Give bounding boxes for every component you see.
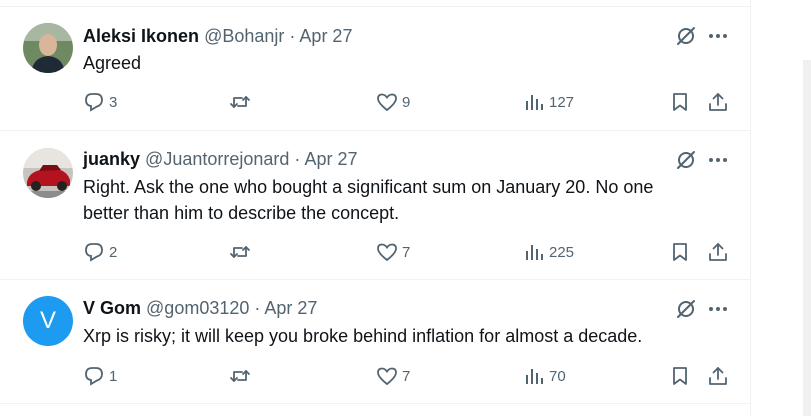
- avatar[interactable]: [23, 148, 73, 198]
- tweet-date[interactable]: Apr 27: [264, 298, 317, 318]
- bookmark-icon: [673, 243, 687, 261]
- author-name[interactable]: Aleksi Ikonen: [83, 26, 199, 46]
- reply-icon: [85, 367, 103, 386]
- more-options-icon[interactable]: [707, 149, 729, 171]
- like-count: 9: [402, 93, 411, 111]
- grok-icon[interactable]: [675, 25, 697, 47]
- tweet-header: juanky @Juantorrejonard · Apr 27: [83, 148, 357, 170]
- tweet[interactable]: Aleksi Ikonen @Bohanjr · Apr 27 Agreed 3…: [0, 7, 750, 131]
- views-button[interactable]: 225: [523, 241, 574, 263]
- reply-button[interactable]: 2: [83, 241, 117, 263]
- views-icon: [526, 369, 543, 384]
- avatar-letter: V: [39, 307, 56, 334]
- reply-button[interactable]: 1: [83, 365, 117, 387]
- grok-icon[interactable]: [675, 298, 697, 320]
- separator-dot: ·: [254, 298, 261, 318]
- views-icon: [526, 95, 543, 110]
- like-button[interactable]: 7: [376, 241, 410, 263]
- share-icon: [709, 243, 727, 261]
- like-count: 7: [402, 243, 411, 261]
- reply-button[interactable]: 3: [83, 91, 117, 113]
- views-button[interactable]: 127: [523, 91, 574, 113]
- like-button[interactable]: 7: [376, 365, 410, 387]
- reply-icon: [85, 93, 103, 112]
- author-name[interactable]: juanky: [83, 149, 140, 169]
- heart-icon: [377, 243, 397, 262]
- grok-icon[interactable]: [675, 149, 697, 171]
- separator-dot: ·: [294, 149, 301, 169]
- avatar[interactable]: [23, 23, 73, 73]
- retweet-icon: [230, 370, 250, 382]
- reply-count: 2: [109, 243, 118, 261]
- retweet-button[interactable]: [229, 91, 255, 113]
- like-count: 7: [402, 367, 411, 385]
- bookmark-button[interactable]: [669, 365, 691, 387]
- tweet-text: Right. Ask the one who bought a signific…: [83, 177, 654, 223]
- tweet-text: Xrp is risky; it will keep you broke beh…: [83, 326, 643, 346]
- author-handle[interactable]: @gom03120: [146, 298, 249, 318]
- author-handle[interactable]: @Bohanjr: [204, 26, 284, 46]
- tweet-header: V Gom @gom03120 · Apr 27: [83, 297, 317, 319]
- separator-dot: ·: [289, 26, 296, 46]
- reply-count: 3: [109, 93, 118, 111]
- share-button[interactable]: [707, 241, 729, 263]
- views-button[interactable]: 70: [523, 365, 566, 387]
- more-options-icon[interactable]: [707, 298, 729, 320]
- more-options-icon[interactable]: [707, 25, 729, 47]
- author-handle[interactable]: @Juantorrejonard: [145, 149, 289, 169]
- share-icon: [709, 367, 727, 385]
- share-button[interactable]: [707, 91, 729, 113]
- retweet-icon: [230, 246, 250, 258]
- reply-count: 1: [109, 367, 118, 385]
- reply-icon: [85, 243, 103, 262]
- heart-icon: [377, 93, 397, 112]
- bookmark-icon: [673, 367, 687, 385]
- retweet-button[interactable]: [229, 241, 255, 263]
- heart-icon: [377, 367, 397, 386]
- tweet-header: Aleksi Ikonen @Bohanjr · Apr 27: [83, 25, 352, 47]
- author-name[interactable]: V Gom: [83, 298, 141, 318]
- tweet-date[interactable]: Apr 27: [299, 26, 352, 46]
- timeline: Aleksi Ikonen @Bohanjr · Apr 27 Agreed 3…: [0, 0, 751, 416]
- views-count: 225: [549, 243, 575, 261]
- share-button[interactable]: [707, 365, 729, 387]
- avatar[interactable]: V: [23, 296, 73, 346]
- scrollbar-track[interactable]: [803, 60, 811, 416]
- bookmark-button[interactable]: [669, 91, 691, 113]
- retweet-icon: [230, 96, 250, 108]
- tweet[interactable]: V V Gom @gom03120 · Apr 27 Xrp is risky;…: [0, 280, 750, 404]
- retweet-button[interactable]: [229, 365, 255, 387]
- tweet-date[interactable]: Apr 27: [304, 149, 357, 169]
- bookmark-button[interactable]: [669, 241, 691, 263]
- views-count: 70: [549, 367, 566, 385]
- tweet[interactable]: juanky @Juantorrejonard · Apr 27 Right. …: [0, 131, 750, 280]
- views-icon: [526, 245, 543, 260]
- views-count: 127: [549, 93, 575, 111]
- like-button[interactable]: 9: [376, 91, 410, 113]
- share-icon: [709, 93, 727, 111]
- bookmark-icon: [673, 93, 687, 111]
- tweet-text: Agreed: [83, 53, 142, 73]
